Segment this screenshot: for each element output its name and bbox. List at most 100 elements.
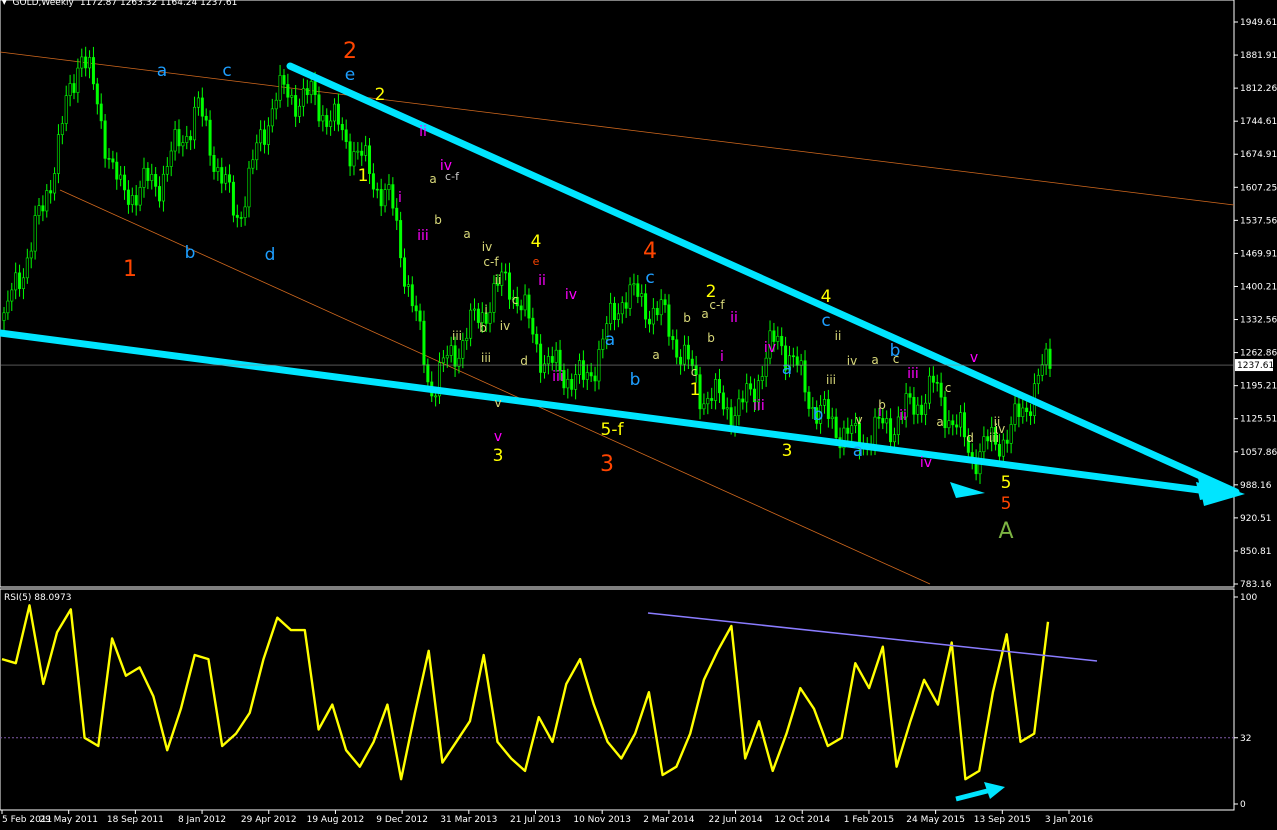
wave-label: 2	[343, 39, 357, 64]
candle-body	[663, 299, 667, 306]
candle-body	[570, 378, 574, 390]
candle-body	[830, 416, 834, 419]
candle-body	[278, 75, 282, 101]
candle-body	[997, 444, 1001, 457]
candle-body	[612, 302, 616, 320]
candle-body	[395, 207, 399, 221]
candle-body	[286, 84, 290, 98]
candle-body	[920, 404, 924, 415]
candle-body	[546, 356, 550, 365]
candle-body	[45, 190, 49, 212]
candle-body	[321, 115, 325, 122]
sub-wave-label: a	[936, 415, 943, 429]
candle-body	[846, 427, 850, 434]
candle-body	[383, 189, 387, 207]
candle-body	[204, 115, 208, 121]
time-tick-label: 22 Jun 2014	[708, 815, 762, 825]
sub-wave-label: b	[434, 213, 442, 227]
price-tick-label: 1400.21	[1240, 282, 1277, 292]
candle-body	[647, 318, 651, 325]
candle-body	[714, 379, 718, 401]
candle-body	[21, 277, 25, 289]
candle-body	[679, 356, 683, 365]
candle-body	[150, 174, 154, 181]
symbol-label: GOLD,Weekly	[12, 0, 74, 8]
candle-body	[535, 333, 539, 345]
candle-body	[134, 195, 138, 206]
candle-body	[290, 95, 294, 98]
candle-body	[410, 284, 414, 307]
time-tick-label: 18 Sep 2011	[107, 815, 164, 825]
rsi-tick-label: 32	[1240, 734, 1251, 744]
price-tick-label: 1537.56	[1240, 216, 1277, 226]
candle-body	[107, 158, 111, 160]
price-tick-label: 850.81	[1240, 547, 1272, 557]
wave-label: ii	[730, 310, 738, 326]
candle-body	[154, 174, 158, 187]
price-tick-label: 920.51	[1240, 514, 1272, 524]
up-right-arrowhead	[984, 782, 1005, 799]
candle-body	[243, 206, 247, 218]
time-tick-label: 29 May 2011	[39, 815, 98, 825]
candle-body	[488, 312, 492, 324]
down-right-arrow	[950, 482, 985, 498]
candle-body	[391, 184, 395, 209]
candle-body	[301, 88, 305, 107]
wave-label: 5	[1001, 473, 1012, 493]
candle-body	[908, 393, 912, 398]
wave-label: i	[398, 190, 402, 206]
wave-label: c	[645, 268, 654, 288]
candle-body	[492, 283, 496, 313]
sub-wave-label: iv	[500, 319, 510, 333]
candle-body	[780, 335, 784, 347]
wave-label: a	[782, 359, 792, 379]
candle-body	[53, 173, 57, 194]
candle-body	[220, 167, 224, 184]
time-tick-label: 12 Oct 2014	[774, 815, 830, 825]
candle-body	[111, 158, 115, 163]
sub-wave-label: ii	[495, 273, 502, 287]
candle-body	[1029, 411, 1033, 416]
price-tick-label: 1125.51	[1240, 415, 1277, 425]
sub-wave-label: iii	[452, 329, 462, 343]
candle-body	[18, 272, 22, 289]
candle-body	[371, 173, 375, 190]
candle-body	[317, 94, 321, 122]
candle-body	[379, 189, 383, 207]
candle-body	[737, 398, 741, 417]
candle-body	[119, 174, 123, 180]
wave-label: iv	[920, 455, 932, 471]
current-price-label: 1237.61	[1237, 361, 1274, 371]
wave-label: 1	[123, 257, 137, 282]
candle-body	[628, 284, 632, 309]
wave-label: i	[720, 349, 724, 365]
candle-body	[912, 396, 916, 415]
candle-body	[305, 88, 309, 96]
price-tick-label: 1744.61	[1240, 117, 1277, 127]
candle-body	[41, 205, 45, 212]
candle-body	[776, 335, 780, 342]
time-tick-label: 2 Mar 2014	[643, 815, 695, 825]
rsi-title: RSI(5) 88.0973	[4, 593, 71, 603]
wave-label: 4	[531, 232, 542, 252]
price-tick-label: 988.16	[1240, 481, 1272, 491]
sub-wave-label: d	[966, 431, 974, 445]
candle-body	[434, 395, 438, 398]
candle-body	[939, 382, 943, 398]
chart-canvas[interactable]: 1abcd2e21iiiiiiivc-fv34eiiiviii5-f34cab2…	[0, 0, 1277, 826]
candle-body	[212, 155, 216, 172]
rsi-panel: RSI(5) 88.0973 100 32 0	[0, 593, 1257, 810]
wave-label: ii	[899, 408, 907, 424]
candle-body	[216, 167, 220, 172]
candle-body	[1013, 403, 1017, 425]
candle-body	[406, 284, 410, 287]
candle-body	[539, 343, 543, 373]
candle-body	[368, 145, 372, 174]
candle-body	[889, 418, 893, 443]
price-tick-label: 1195.21	[1240, 382, 1277, 392]
wave-label: c-f	[445, 170, 460, 183]
candle-body	[130, 195, 134, 205]
candle-body	[807, 391, 811, 409]
candle-body	[632, 283, 636, 286]
candle-body	[799, 360, 803, 366]
